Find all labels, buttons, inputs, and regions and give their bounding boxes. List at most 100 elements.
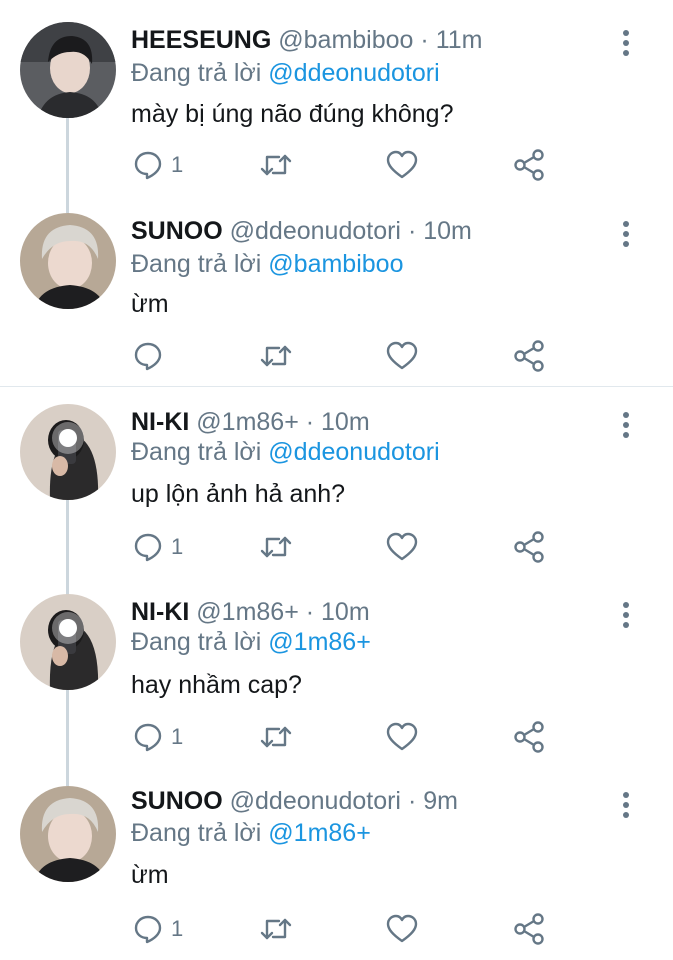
comment-icon	[134, 723, 162, 752]
avatar[interactable]	[20, 213, 116, 309]
retweet-button[interactable]	[259, 720, 293, 754]
tweet-header: SUNOO @ddeonudotori · 10m	[131, 216, 472, 246]
timestamp[interactable]: 10m	[423, 217, 472, 245]
more-vertical-icon[interactable]	[623, 30, 629, 60]
timestamp[interactable]: 10m	[321, 598, 370, 626]
retweet-button[interactable]	[259, 339, 293, 373]
tweet-header: SUNOO @ddeonudotori · 9m	[131, 786, 458, 816]
reply-context: Đang trả lời @1m86+	[131, 627, 371, 657]
more-vertical-icon[interactable]	[623, 792, 629, 822]
user-handle[interactable]: @ddeonudotori	[230, 787, 401, 815]
comment-icon	[134, 151, 162, 180]
reply-prefix: Đang trả lời	[131, 250, 262, 278]
like-button[interactable]	[386, 530, 418, 564]
display-name[interactable]: HEESEUNG	[131, 26, 271, 54]
display-name[interactable]: NI-KI	[131, 408, 189, 436]
share-icon	[514, 149, 544, 181]
tweet-header: NI-KI @1m86+ · 10m	[131, 407, 370, 437]
tweet[interactable]: NI-KI @1m86+ · 10m Đang trả lời @1m86+ h…	[0, 594, 673, 764]
tweet-text: mày bị úng não đúng không?	[131, 100, 454, 128]
display-name[interactable]: SUNOO	[131, 217, 223, 245]
like-button[interactable]	[386, 912, 418, 946]
tweet-text: ừm	[131, 861, 169, 889]
reply-button[interactable]: 1	[133, 912, 183, 946]
comment-icon	[134, 533, 162, 562]
tweet-text: hay nhầm cap?	[131, 671, 302, 699]
share-button[interactable]	[513, 720, 545, 754]
mention-link[interactable]: @bambiboo	[268, 250, 403, 278]
comment-icon	[134, 915, 162, 944]
reply-context: Đang trả lời @1m86+	[131, 818, 371, 848]
avatar[interactable]	[20, 404, 116, 500]
share-button[interactable]	[513, 530, 545, 564]
action-bar: 1	[131, 148, 551, 182]
tweet-header: NI-KI @1m86+ · 10m	[131, 597, 370, 627]
share-button[interactable]	[513, 912, 545, 946]
action-bar: 1	[131, 720, 551, 754]
more-vertical-icon[interactable]	[623, 221, 629, 251]
reply-button[interactable]: 1	[133, 148, 183, 182]
reply-count: 1	[171, 534, 184, 559]
like-button[interactable]	[386, 148, 418, 182]
reply-context: Đang trả lời @ddeonudotori	[131, 437, 440, 467]
display-name[interactable]: SUNOO	[131, 787, 223, 815]
heart-icon	[386, 150, 418, 179]
tweet[interactable]: SUNOO @ddeonudotori · 10m Đang trả lời @…	[0, 213, 673, 383]
user-handle[interactable]: @1m86+	[196, 408, 299, 436]
reply-count: 1	[171, 724, 184, 749]
retweet-button[interactable]	[259, 530, 293, 564]
action-bar	[131, 339, 551, 373]
like-button[interactable]	[386, 720, 418, 754]
heart-icon	[386, 914, 418, 943]
thread-divider	[0, 386, 673, 387]
user-handle[interactable]: @ddeonudotori	[230, 217, 401, 245]
share-icon	[514, 531, 544, 563]
user-handle[interactable]: @bambiboo	[278, 26, 413, 54]
comment-icon	[134, 342, 162, 371]
avatar[interactable]	[20, 786, 116, 882]
retweet-icon	[260, 918, 292, 940]
timestamp[interactable]: 11m	[436, 26, 483, 54]
reply-button[interactable]: 1	[133, 530, 183, 564]
separator-dot: ·	[420, 26, 429, 54]
mention-link[interactable]: @1m86+	[268, 628, 371, 656]
reply-prefix: Đang trả lời	[131, 819, 262, 847]
reply-button[interactable]: 1	[133, 720, 183, 754]
heart-icon	[386, 532, 418, 561]
heart-icon	[386, 341, 418, 370]
like-button[interactable]	[386, 339, 418, 373]
separator-dot: ·	[407, 787, 417, 815]
action-bar: 1	[131, 912, 551, 946]
share-icon	[514, 340, 544, 372]
tweet[interactable]: HEESEUNG @bambiboo · 11m Đang trả lời @d…	[0, 22, 673, 192]
heart-icon	[386, 722, 418, 751]
mention-link[interactable]: @ddeonudotori	[268, 438, 439, 466]
more-vertical-icon[interactable]	[623, 412, 629, 442]
retweet-icon	[260, 536, 292, 558]
timestamp[interactable]: 9m	[423, 787, 458, 815]
share-button[interactable]	[513, 339, 545, 373]
retweet-button[interactable]	[259, 912, 293, 946]
mention-link[interactable]: @ddeonudotori	[268, 59, 439, 87]
tweet[interactable]: NI-KI @1m86+ · 10m Đang trả lời @ddeonud…	[0, 404, 673, 574]
timestamp[interactable]: 10m	[321, 408, 370, 436]
tweet[interactable]: SUNOO @ddeonudotori · 9m Đang trả lời @1…	[0, 786, 673, 956]
reply-button[interactable]	[133, 339, 171, 373]
reply-prefix: Đang trả lời	[131, 628, 262, 656]
avatar[interactable]	[20, 594, 116, 690]
avatar[interactable]	[20, 22, 116, 118]
reply-count: 1	[171, 152, 184, 177]
user-handle[interactable]: @1m86+	[196, 598, 299, 626]
retweet-icon	[260, 154, 292, 176]
retweet-button[interactable]	[259, 148, 293, 182]
reply-prefix: Đang trả lời	[131, 438, 262, 466]
reply-count: 1	[171, 916, 184, 941]
share-button[interactable]	[513, 148, 545, 182]
separator-dot: ·	[407, 217, 417, 245]
tweet-header: HEESEUNG @bambiboo · 11m	[131, 25, 482, 55]
display-name[interactable]: NI-KI	[131, 598, 189, 626]
share-icon	[514, 913, 544, 945]
reply-prefix: Đang trả lời	[131, 59, 262, 87]
more-vertical-icon[interactable]	[623, 602, 629, 632]
mention-link[interactable]: @1m86+	[268, 819, 371, 847]
